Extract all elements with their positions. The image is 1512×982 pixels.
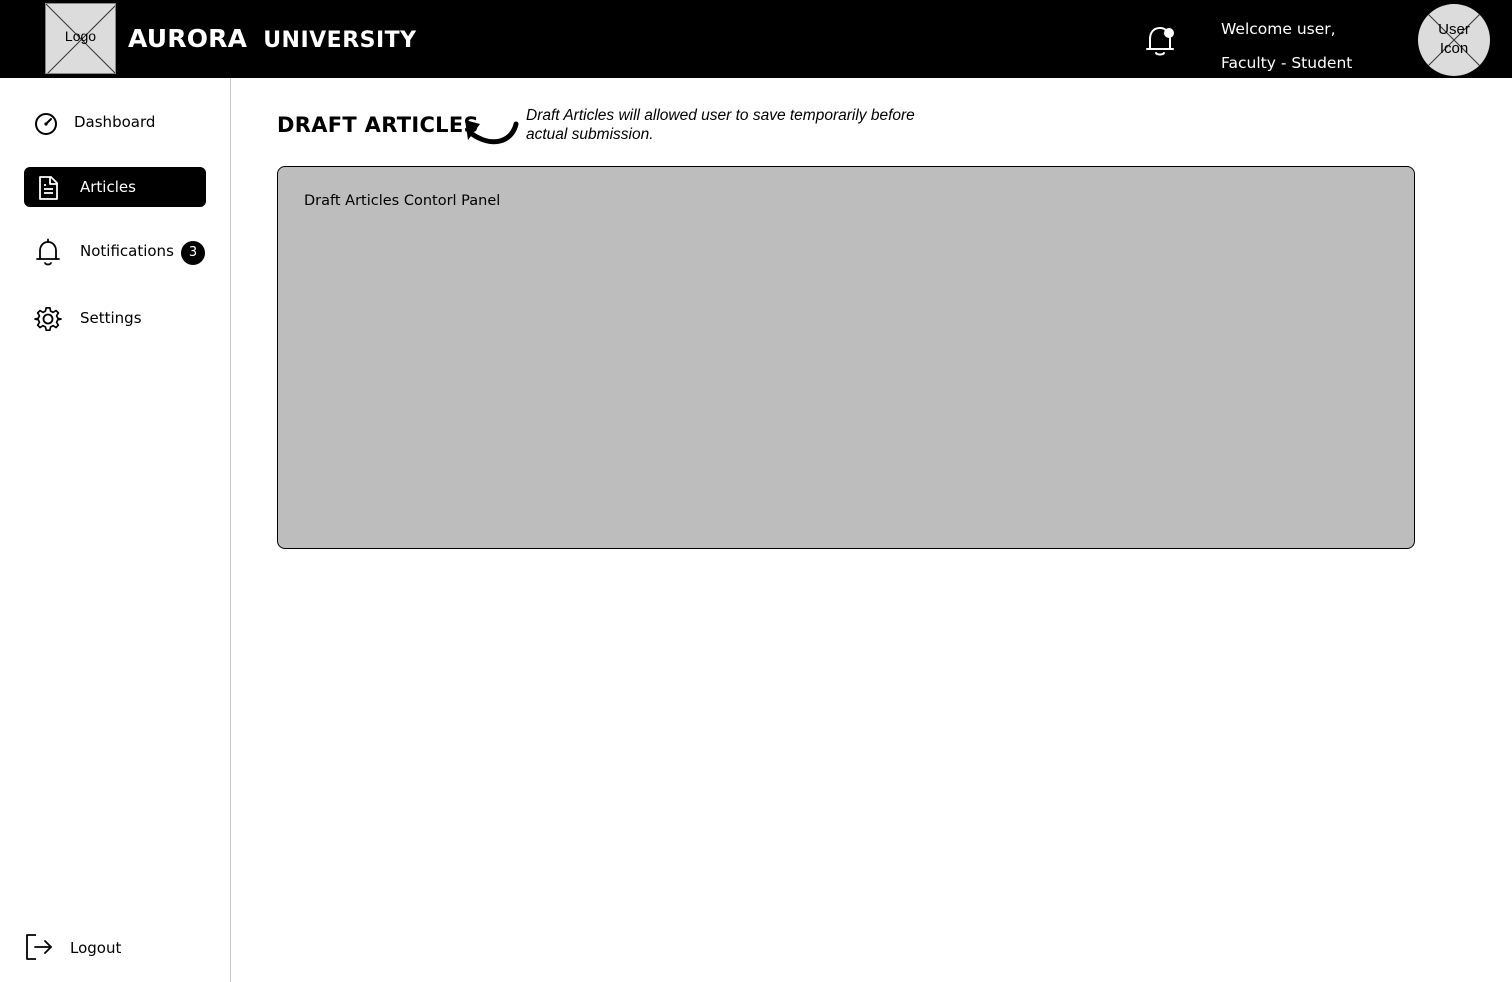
bell-icon xyxy=(36,238,60,266)
logout-button[interactable]: Logout xyxy=(24,930,164,966)
logout-icon xyxy=(26,934,52,960)
header-notification-button[interactable] xyxy=(1141,21,1179,59)
document-icon xyxy=(39,176,58,200)
sidebar-item-label: Notifications xyxy=(80,242,174,260)
gear-icon xyxy=(34,307,62,332)
notification-count-badge: 3 xyxy=(181,241,205,265)
brand-name: AURORA UNIVERSITY xyxy=(128,24,417,58)
brand-main-text: AURORA xyxy=(128,24,248,53)
bell-with-dot-icon xyxy=(1146,26,1174,56)
page-title: DRAFT ARTICLES xyxy=(277,113,479,137)
top-header: Logo AURORA UNIVERSITY Welcome user, Fac… xyxy=(0,0,1512,78)
sidebar: Dashboard Articles Notifications 3 Setti… xyxy=(0,78,231,982)
curved-arrow-icon xyxy=(465,120,519,145)
welcome-text: Welcome user, Faculty - Student xyxy=(1221,12,1352,80)
sidebar-item-notifications[interactable]: Notifications 3 xyxy=(24,231,206,271)
panel-label: Draft Articles Contorl Panel xyxy=(304,193,501,209)
logo-placeholder[interactable]: Logo xyxy=(45,3,116,74)
sidebar-item-label: Settings xyxy=(80,309,142,327)
brand-sub-text: UNIVERSITY xyxy=(263,28,417,53)
logout-label: Logout xyxy=(70,939,122,957)
sidebar-item-dashboard[interactable]: Dashboard xyxy=(24,102,206,142)
sidebar-item-settings[interactable]: Settings xyxy=(24,298,206,338)
user-avatar[interactable]: User Icon xyxy=(1418,4,1490,76)
gauge-icon xyxy=(35,113,57,135)
annotation-note: Draft Articles will allowed user to save… xyxy=(526,107,915,143)
logo-label: Logo xyxy=(64,28,97,44)
sidebar-item-label: Dashboard xyxy=(74,113,156,131)
sidebar-item-articles[interactable]: Articles xyxy=(24,167,206,207)
welcome-greeting: Welcome user, xyxy=(1221,20,1336,38)
avatar-label: User Icon xyxy=(1438,21,1470,57)
sidebar-item-label: Articles xyxy=(80,178,136,196)
welcome-role: Faculty - Student xyxy=(1221,54,1353,72)
draft-articles-control-panel: Draft Articles Contorl Panel xyxy=(277,166,1415,549)
